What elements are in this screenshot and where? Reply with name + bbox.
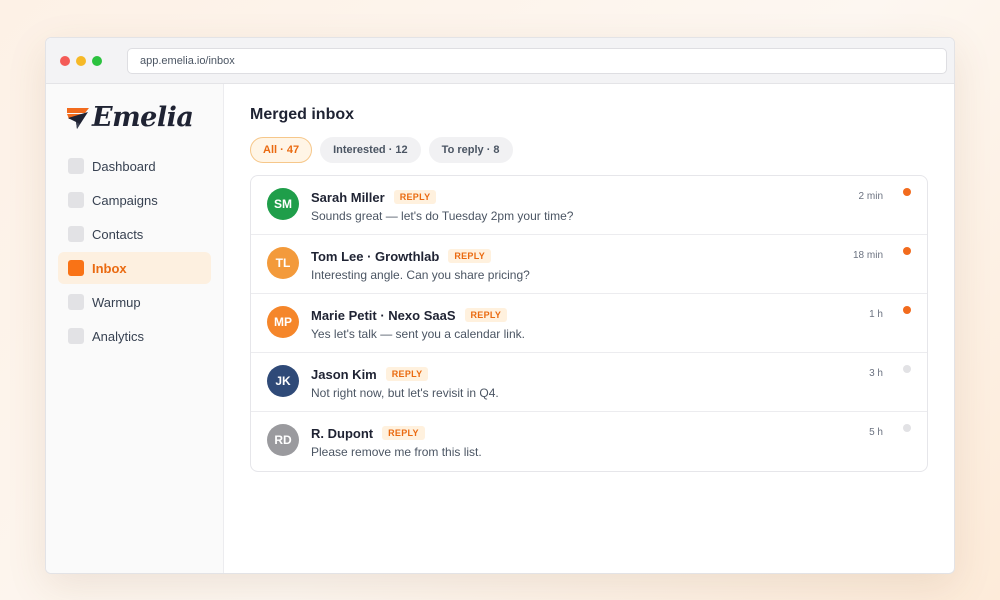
message-body: Tom Lee · Growthlab REPLY Interesting an… bbox=[311, 247, 927, 283]
message-row[interactable]: RD R. Dupont REPLY Please remove me from… bbox=[251, 412, 927, 471]
logo-wordmark: Emelia bbox=[92, 101, 194, 133]
warmup-icon bbox=[68, 294, 84, 310]
message-header: Jason Kim REPLY bbox=[311, 365, 927, 383]
message-header: R. Dupont REPLY bbox=[311, 424, 927, 442]
avatar: MP bbox=[267, 306, 299, 338]
sidebar-item-warmup[interactable]: Warmup bbox=[58, 286, 211, 318]
sidebar-item-inbox[interactable]: Inbox bbox=[58, 252, 211, 284]
unread-dot-icon bbox=[903, 188, 911, 196]
sender-name: Tom Lee · Growthlab bbox=[311, 248, 440, 264]
inbox-main: Merged inbox All · 47 Interested · 12 To… bbox=[224, 84, 954, 573]
message-header: Marie Petit · Nexo SaaS REPLY bbox=[311, 306, 927, 324]
reply-tag: REPLY bbox=[393, 190, 437, 204]
message-preview: Sounds great — let's do Tuesday 2pm your… bbox=[311, 209, 574, 223]
sender-name: Marie Petit · Nexo SaaS bbox=[311, 307, 456, 323]
sender-name: R. Dupont bbox=[311, 425, 374, 441]
message-time: 1 h bbox=[869, 309, 883, 320]
unread-dot-icon bbox=[903, 306, 911, 314]
address-bar[interactable]: app.emelia.io/inbox bbox=[127, 47, 947, 74]
campaigns-icon bbox=[68, 192, 84, 208]
close-window-dot[interactable] bbox=[60, 55, 70, 66]
minimize-window-dot[interactable] bbox=[76, 55, 86, 66]
message-preview: Interesting angle. Can you share pricing… bbox=[311, 268, 530, 282]
sender-name: Sarah Miller bbox=[311, 189, 385, 205]
message-preview: Yes let's talk — sent you a calendar lin… bbox=[311, 327, 525, 341]
reply-tag: REPLY bbox=[464, 308, 508, 322]
sidebar-item-label: Campaigns bbox=[92, 192, 158, 208]
sidebar: Emelia Dashboard Campaigns Contacts Inbo… bbox=[46, 84, 224, 573]
message-header: Tom Lee · Growthlab REPLY bbox=[311, 247, 927, 265]
message-row[interactable]: JK Jason Kim REPLY Not right now, but le… bbox=[251, 353, 927, 412]
read-dot-icon bbox=[903, 424, 911, 432]
message-body: R. Dupont REPLY Please remove me from th… bbox=[311, 424, 927, 460]
sidebar-item-campaigns[interactable]: Campaigns bbox=[58, 184, 211, 216]
dashboard-icon bbox=[68, 158, 84, 174]
message-preview: Not right now, but let's revisit in Q4. bbox=[311, 386, 499, 400]
sidebar-item-label: Dashboard bbox=[92, 158, 156, 174]
reply-tag: REPLY bbox=[385, 367, 429, 381]
app-content: Emelia Dashboard Campaigns Contacts Inbo… bbox=[46, 84, 954, 573]
avatar: RD bbox=[267, 424, 299, 456]
avatar: SM bbox=[267, 188, 299, 220]
browser-window: app.emelia.io/inbox Emelia Dashboard Cam… bbox=[45, 37, 955, 574]
message-preview: Please remove me from this list. bbox=[311, 445, 482, 459]
browser-titlebar: app.emelia.io/inbox bbox=[46, 38, 954, 84]
message-list: SM Sarah Miller REPLY Sounds great — let… bbox=[250, 175, 928, 472]
filter-to-reply-chip[interactable]: To reply · 8 bbox=[428, 137, 513, 163]
inbox-icon bbox=[68, 260, 84, 276]
message-body: Jason Kim REPLY Not right now, but let's… bbox=[311, 365, 927, 401]
message-time: 5 h bbox=[869, 427, 883, 438]
message-row[interactable]: MP Marie Petit · Nexo SaaS REPLY Yes let… bbox=[251, 294, 927, 353]
message-time: 18 min bbox=[852, 250, 883, 261]
sidebar-item-label: Contacts bbox=[92, 226, 144, 242]
avatar: JK bbox=[267, 365, 299, 397]
reply-tag: REPLY bbox=[382, 426, 425, 440]
contacts-icon bbox=[68, 226, 84, 242]
analytics-icon bbox=[68, 328, 84, 344]
sender-name: Jason Kim bbox=[311, 366, 377, 382]
sidebar-item-contacts[interactable]: Contacts bbox=[58, 218, 211, 250]
filter-chips: All · 47 Interested · 12 To reply · 8 bbox=[250, 137, 928, 163]
reply-tag: REPLY bbox=[448, 249, 492, 263]
message-header: Sarah Miller REPLY bbox=[311, 188, 927, 206]
sidebar-item-label: Inbox bbox=[92, 260, 127, 276]
sidebar-item-dashboard[interactable]: Dashboard bbox=[58, 150, 211, 182]
sidebar-item-label: Warmup bbox=[92, 294, 141, 310]
unread-dot-icon bbox=[903, 247, 911, 255]
message-row[interactable]: SM Sarah Miller REPLY Sounds great — let… bbox=[251, 176, 927, 235]
emelia-logo[interactable]: Emelia bbox=[65, 100, 211, 134]
page-title: Merged inbox bbox=[250, 106, 355, 123]
message-row[interactable]: TL Tom Lee · Growthlab REPLY Interesting… bbox=[251, 235, 927, 294]
avatar: TL bbox=[267, 247, 299, 279]
message-time: 3 h bbox=[869, 368, 883, 379]
filter-all-chip[interactable]: All · 47 bbox=[250, 137, 313, 163]
sidebar-item-analytics[interactable]: Analytics bbox=[58, 320, 211, 352]
filter-interested-chip[interactable]: Interested · 12 bbox=[320, 137, 421, 163]
logo-arrow-icon bbox=[67, 108, 89, 129]
message-body: Sarah Miller REPLY Sounds great — let's … bbox=[311, 188, 927, 224]
sidebar-nav: Dashboard Campaigns Contacts Inbox Warmu… bbox=[58, 150, 211, 352]
message-time: 2 min bbox=[858, 191, 883, 202]
message-body: Marie Petit · Nexo SaaS REPLY Yes let's … bbox=[311, 306, 927, 342]
read-dot-icon bbox=[903, 365, 911, 373]
maximize-window-dot[interactable] bbox=[92, 55, 102, 66]
sidebar-item-label: Analytics bbox=[92, 328, 145, 344]
